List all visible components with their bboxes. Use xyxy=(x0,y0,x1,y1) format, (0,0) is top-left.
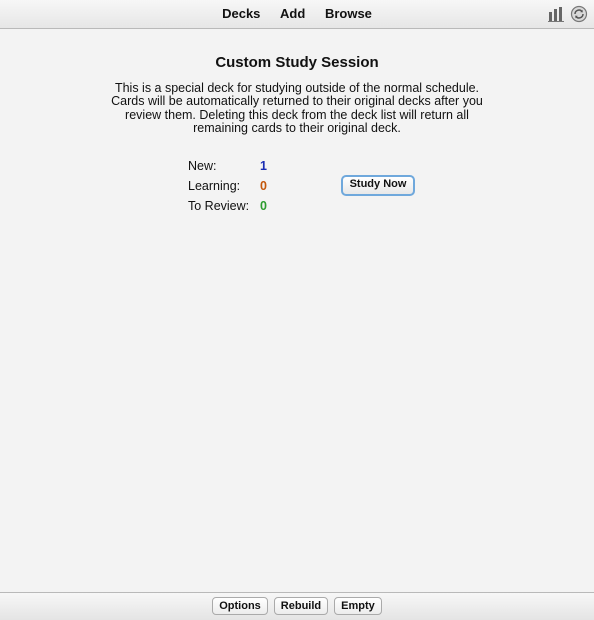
top-icons xyxy=(548,5,588,28)
stat-value-new: 1 xyxy=(260,159,267,173)
stat-row-learning: Learning: 0 xyxy=(188,179,267,199)
deck-overview: Custom Study Session This is a special d… xyxy=(0,29,594,592)
deck-title: Custom Study Session xyxy=(215,54,379,71)
nav-browse-link[interactable]: Browse xyxy=(325,6,372,21)
study-now-button[interactable]: Study Now xyxy=(341,175,415,196)
stat-label-review: To Review: xyxy=(188,199,250,213)
bottom-toolbar: Options Rebuild Empty xyxy=(0,592,594,620)
nav-add-link[interactable]: Add xyxy=(280,6,305,21)
rebuild-button[interactable]: Rebuild xyxy=(273,597,329,615)
stats-icon[interactable] xyxy=(548,6,566,27)
top-nav: Decks Add Browse xyxy=(0,6,594,21)
sync-icon[interactable] xyxy=(570,5,588,28)
bottom-buttons: Options Rebuild Empty xyxy=(0,597,594,615)
nav-decks-link[interactable]: Decks xyxy=(222,6,260,21)
stat-row-new: New: 1 xyxy=(188,159,267,179)
options-button[interactable]: Options xyxy=(212,597,268,615)
stat-label-learning: Learning: xyxy=(188,179,241,193)
stat-label-new: New: xyxy=(188,159,217,173)
stat-value-learning: 0 xyxy=(260,179,267,193)
empty-button[interactable]: Empty xyxy=(334,597,382,615)
top-toolbar: Decks Add Browse xyxy=(0,0,594,29)
deck-stats: New: 1 Learning: 0 To Review: 0 xyxy=(188,159,267,219)
stat-row-review: To Review: 0 xyxy=(188,199,267,219)
stat-value-review: 0 xyxy=(260,199,267,213)
deck-description: This is a special deck for studying outs… xyxy=(111,81,483,135)
